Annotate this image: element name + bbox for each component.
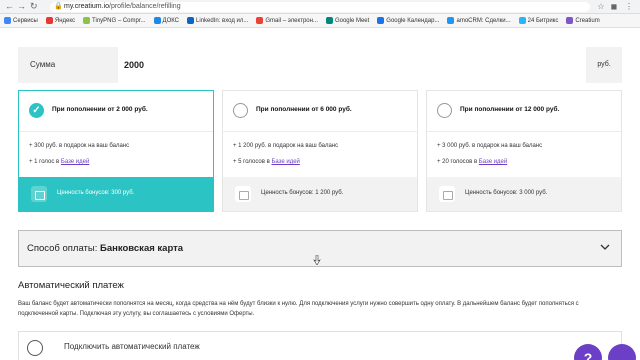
- amount-row: Сумма 2000 руб.: [18, 47, 622, 83]
- bonus-card-2000[interactable]: ✓ При пополнении от 2 000 руб. + 300 руб…: [18, 90, 214, 212]
- card-footer: Ценность бонусов: 1 200 руб.: [223, 177, 417, 211]
- amocrm-icon: [447, 17, 455, 24]
- chat-button[interactable]: [608, 344, 636, 360]
- votes-line: + 1 голос в Базе идей: [29, 159, 90, 165]
- ideas-link[interactable]: Базе идей: [479, 159, 507, 165]
- autopay-radio[interactable]: [27, 340, 43, 356]
- apps-icon: [4, 17, 11, 24]
- bonus-value: Ценность бонусов: 1 200 руб.: [261, 190, 344, 196]
- linkedin-icon: [187, 17, 195, 24]
- bookmark-item[interactable]: LinkedIn: вход ил...: [187, 17, 248, 24]
- autopay-description: Ваш баланс будет автоматически пополнятс…: [18, 301, 579, 317]
- back-icon[interactable]: ←: [5, 1, 14, 11]
- bitrix-icon: [518, 17, 526, 24]
- divider: [223, 131, 417, 132]
- bookmark-item[interactable]: Google Календар...: [377, 17, 439, 24]
- amount-label: Сумма: [18, 47, 118, 83]
- lock-icon: 🔒: [54, 3, 63, 10]
- bookmark-item[interactable]: TinyPNG – Compr...: [83, 17, 146, 24]
- card-footer: Ценность бонусов: 300 руб.: [19, 177, 213, 211]
- payment-method-value: Банковская карта: [100, 243, 184, 254]
- divider: [427, 131, 621, 132]
- ideas-link[interactable]: Базе идей: [271, 159, 299, 165]
- card-title: При пополнении от 12 000 руб.: [460, 106, 560, 113]
- gift-icon: [439, 186, 455, 202]
- divider: [19, 131, 213, 132]
- bonus-value: Ценность бонусов: 3 000 руб.: [465, 190, 548, 196]
- url-path: /profile/balance/refilling: [109, 3, 181, 10]
- gmail-icon: [256, 17, 264, 24]
- star-icon[interactable]: ☆: [596, 2, 606, 12]
- bookmark-item[interactable]: Gmail – электрон...: [256, 17, 318, 24]
- mouse-cursor-icon: [313, 255, 321, 265]
- gift-icon: [235, 186, 251, 202]
- bookmark-item[interactable]: Сервисы: [4, 17, 38, 24]
- votes-line: + 5 голосов в Базе идей: [233, 159, 300, 165]
- tinypng-icon: [83, 17, 91, 24]
- bonus-card-12000[interactable]: При пополнении от 12 000 руб. + 3 000 ру…: [426, 90, 622, 212]
- check-icon: ✓: [32, 105, 41, 116]
- bookmark-item[interactable]: Google Meet: [325, 17, 369, 24]
- bookmark-item[interactable]: 24 Битрикс: [518, 17, 558, 24]
- autopay-heading: Автоматический платеж: [18, 280, 124, 291]
- reload-icon[interactable]: ↻: [30, 1, 38, 12]
- radio-selected[interactable]: ✓: [29, 103, 44, 118]
- menu-icon[interactable]: ⋮: [624, 2, 634, 12]
- bookmark-item[interactable]: ДОКС: [153, 17, 179, 24]
- gift-icon: [31, 186, 47, 202]
- bonus-line: + 1 200 руб. в подарок на ваш баланс: [233, 143, 339, 149]
- bonus-line: + 3 000 руб. в подарок на ваш баланс: [437, 143, 543, 149]
- creatium-icon: [566, 17, 574, 24]
- currency-label: руб.: [586, 47, 622, 83]
- autopay-toggle-label: Подключить автоматический платеж: [64, 342, 200, 351]
- bookmark-item[interactable]: Creatium: [566, 17, 600, 24]
- payment-method-label: Способ оплаты: Банковская карта: [27, 243, 184, 254]
- amount-input[interactable]: 2000: [124, 47, 584, 83]
- meet-icon: [325, 17, 333, 24]
- radio-unselected[interactable]: [233, 103, 248, 118]
- url-host: my.creatium.io: [64, 3, 109, 10]
- radio-unselected[interactable]: [437, 103, 452, 118]
- yandex-icon: [45, 17, 53, 24]
- bookmarks-bar: Сервисы Яндекс TinyPNG – Compr... ДОКС L…: [0, 14, 640, 28]
- bookmark-item[interactable]: amoCRM: Сделки...: [447, 17, 511, 24]
- votes-line: + 20 голосов в Базе идей: [437, 159, 508, 165]
- extension-icon[interactable]: ◼: [609, 2, 619, 12]
- page-content: Сумма 2000 руб. ✓ При пополнении от 2 00…: [0, 28, 640, 360]
- card-title: При пополнении от 6 000 руб.: [256, 106, 352, 113]
- autopay-toggle-row[interactable]: Подключить автоматический платеж: [18, 331, 622, 360]
- calendar-icon: [377, 17, 385, 24]
- bonus-card-6000[interactable]: При пополнении от 6 000 руб. + 1 200 руб…: [222, 90, 418, 212]
- bonus-value: Ценность бонусов: 300 руб.: [57, 190, 135, 196]
- card-title: При пополнении от 2 000 руб.: [52, 106, 148, 113]
- bonus-line: + 300 руб. в подарок на ваш баланс: [29, 143, 130, 149]
- docs-icon: [153, 17, 161, 24]
- chevron-down-icon: [600, 244, 610, 250]
- address-bar[interactable]: 🔒 my.creatium.io/profile/balance/refilli…: [50, 2, 590, 12]
- card-footer: Ценность бонусов: 3 000 руб.: [427, 177, 621, 211]
- ideas-link[interactable]: Базе идей: [61, 159, 89, 165]
- bookmark-item[interactable]: Яндекс: [45, 17, 75, 24]
- browser-toolbar: ← → ↻ 🔒 my.creatium.io/profile/balance/r…: [0, 0, 640, 14]
- forward-icon[interactable]: →: [17, 1, 26, 11]
